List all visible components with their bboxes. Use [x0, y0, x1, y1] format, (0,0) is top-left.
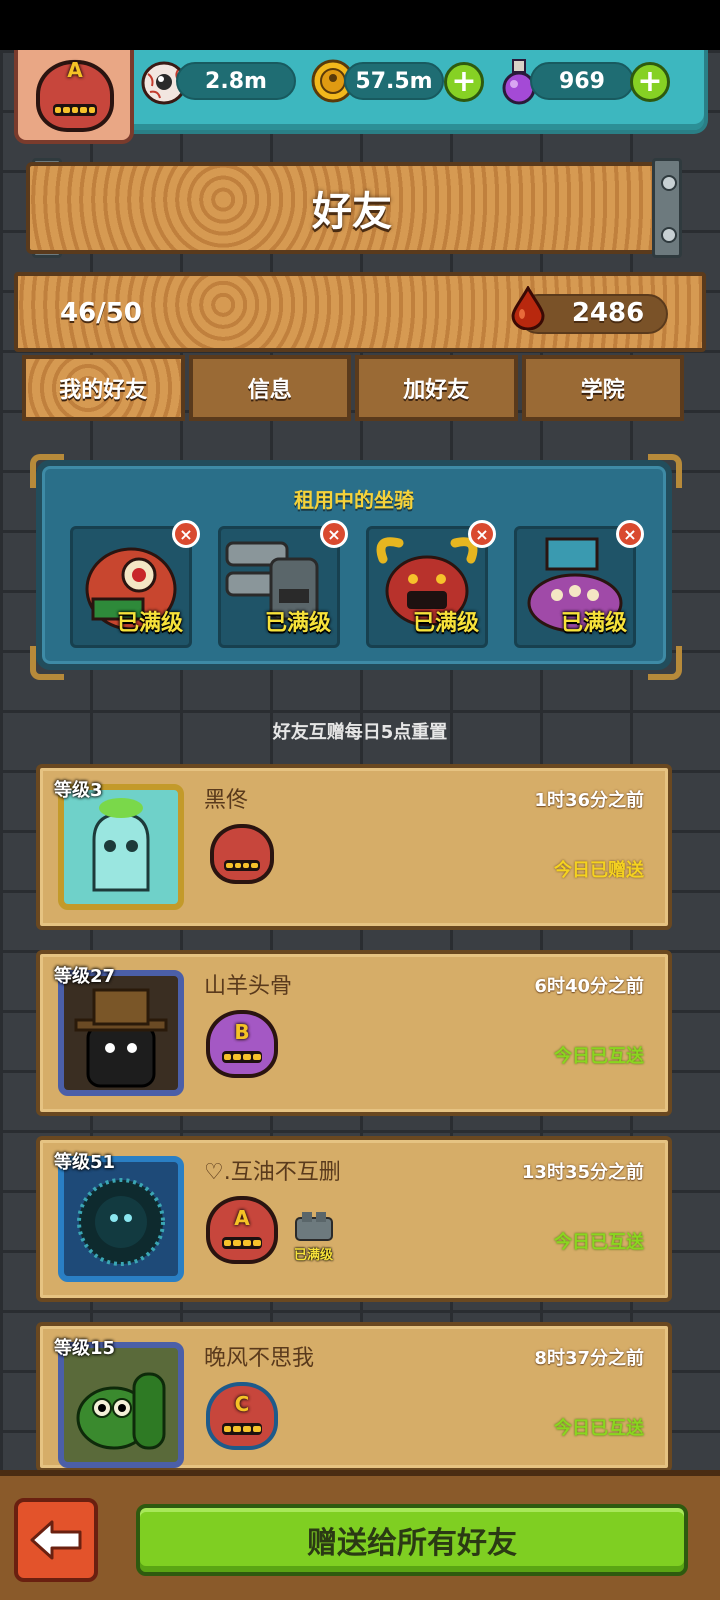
eyes-count: 2.8m: [176, 62, 296, 100]
friend-avatar[interactable]: [58, 1342, 184, 1468]
remove-mount-3-button[interactable]: ×: [468, 520, 496, 548]
rented-mount-3[interactable]: 已满级: [366, 526, 488, 648]
gift-status: 今日已赠送: [554, 860, 644, 881]
ghost-monster-icon: [92, 798, 150, 892]
friend-mount-maxed-label: 已满级: [294, 1248, 334, 1263]
friend-level: 等级51: [54, 1152, 116, 1173]
friend-card[interactable]: 等级51 ♡.互油不互删 13时35分之前 A 已满级 今日已互送: [36, 1136, 672, 1302]
friend-avatar[interactable]: [58, 784, 184, 910]
friend-card[interactable]: 等级15 晚风不思我 8时37分之前 C 今日已互送: [36, 1322, 672, 1472]
remove-mount-4-button[interactable]: ×: [616, 520, 644, 548]
hat-monster-icon: [74, 988, 168, 1088]
friend-rank-badge-icon: [210, 824, 274, 884]
mount-maxed-label: 已满级: [412, 611, 479, 636]
friend-rank-badge-icon: C: [206, 1382, 278, 1450]
remove-mount-1-button[interactable]: ×: [172, 520, 200, 548]
blood-drop-icon: [511, 286, 545, 330]
gift-status: 今日已互送: [554, 1232, 644, 1253]
blood-count: 2486: [571, 298, 645, 328]
friend-rank-badge-icon: A: [206, 1196, 278, 1264]
spiky-monster-icon: [77, 1178, 165, 1266]
friend-avatar[interactable]: [58, 1156, 184, 1282]
mount-maxed-label: 已满级: [560, 611, 627, 636]
daily-reset-note: 好友互赠每日5点重置: [272, 722, 448, 743]
player-avatar[interactable]: A: [14, 50, 134, 144]
gift-status: 今日已互送: [554, 1046, 644, 1067]
tab-my-friends[interactable]: 我的好友: [22, 355, 185, 421]
friend-name: 晚风不思我: [204, 1346, 315, 1371]
tab-add-friend[interactable]: 加好友: [355, 355, 518, 421]
friend-level: 等级27: [54, 966, 116, 987]
player-badge-letter: A: [67, 58, 83, 82]
friend-name: 山羊头骨: [204, 974, 293, 999]
mount-maxed-label: 已满级: [116, 611, 183, 636]
remove-mount-2-button[interactable]: ×: [320, 520, 348, 548]
add-potions-button[interactable]: +: [630, 62, 670, 102]
tab-messages[interactable]: 信息: [188, 355, 351, 421]
rented-mounts-panel: 租用中的坐骑 已满级 × 已满级 × 已满级 × 已满级 ×: [36, 460, 672, 670]
panel-corner: [30, 646, 64, 680]
friend-name: ♡.互油不互删: [204, 1160, 341, 1185]
add-coins-button[interactable]: +: [444, 62, 484, 102]
friend-last-seen: 1时36分之前: [534, 790, 644, 811]
friend-name: 黑佟: [204, 788, 249, 813]
potions-count: 969: [530, 62, 634, 100]
status-bar: [0, 0, 720, 50]
friend-level: 等级15: [54, 1338, 116, 1359]
friend-rank-badge-icon: B: [206, 1010, 278, 1078]
friend-count: 46/50: [60, 298, 142, 328]
friends-tabs: 我的好友 信息 加好友 学院: [22, 355, 684, 421]
rented-mounts-title: 租用中的坐骑: [294, 488, 414, 512]
mount-maxed-label: 已满级: [264, 611, 331, 636]
back-button[interactable]: [14, 1498, 98, 1582]
rented-mount-mini-icon: [295, 1212, 333, 1241]
tab-academy[interactable]: 学院: [521, 355, 684, 421]
player-monster-icon: A: [36, 58, 114, 132]
panel-corner: [648, 646, 682, 680]
friend-last-seen: 6时40分之前: [534, 976, 644, 997]
right-bracket: [652, 158, 682, 258]
friend-last-seen: 13时35分之前: [521, 1162, 644, 1183]
friend-last-seen: 8时37分之前: [534, 1348, 644, 1369]
friend-avatar[interactable]: [58, 970, 184, 1096]
friend-card[interactable]: 等级27 山羊头骨 6时40分之前 B 今日已互送: [36, 950, 672, 1116]
gift-status: 今日已互送: [554, 1418, 644, 1439]
panel-corner: [648, 454, 682, 488]
rented-mount-4[interactable]: 已满级: [514, 526, 636, 648]
coins-count: 57.5m: [344, 62, 444, 100]
friend-card[interactable]: 等级3 黑佟 1时36分之前 今日已赠送: [36, 764, 672, 930]
page-title: 好友: [312, 189, 392, 235]
rented-mount-1[interactable]: 已满级: [70, 526, 192, 648]
friend-level: 等级3: [54, 780, 103, 801]
send-to-all-friends-button[interactable]: 赠送给所有好友: [136, 1504, 688, 1576]
rented-mount-2[interactable]: 已满级: [218, 526, 340, 648]
cactus-monster-icon: [76, 1372, 166, 1450]
back-arrow-icon: [30, 1520, 82, 1560]
title-board: 好友: [26, 162, 678, 254]
friends-info-board: 46/50 2486: [14, 272, 706, 352]
panel-corner: [30, 454, 64, 488]
